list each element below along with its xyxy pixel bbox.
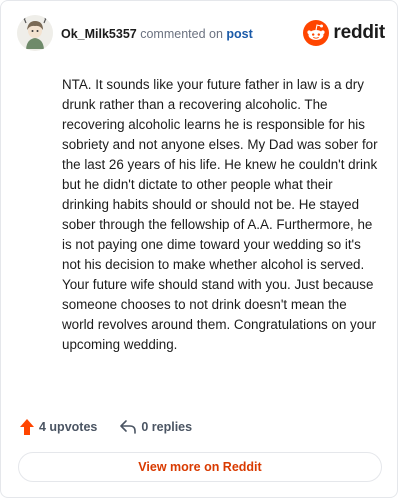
avatar[interactable] (17, 15, 53, 51)
reply-button[interactable]: 0 replies (119, 419, 192, 435)
post-link[interactable]: post (226, 27, 252, 41)
comment-body: NTA. It sounds like your future father i… (62, 77, 378, 352)
user-avatar-icon (17, 15, 53, 51)
upvote-arrow-icon (19, 418, 35, 436)
reply-count: 0 replies (141, 420, 193, 434)
comment-header: Ok_Milk5357 commented on post reddit (17, 15, 385, 53)
reddit-snoo-icon (303, 20, 330, 46)
brand-text: reddit (333, 22, 385, 43)
upvote-count: 4 upvotes (39, 420, 98, 434)
comment-meta: Ok_Milk5357 commented on post (61, 27, 253, 41)
upvote-button[interactable]: 4 upvotes (19, 418, 97, 436)
username-link[interactable]: Ok_Milk5357 (61, 27, 137, 41)
comment-actions: 4 upvotes 0 replies (19, 415, 192, 439)
reddit-brand[interactable]: reddit (303, 20, 385, 46)
action-text: commented on (140, 27, 223, 41)
view-more-button[interactable]: View more on Reddit (18, 452, 382, 482)
reply-arrow-icon (119, 419, 137, 435)
comment-card: Ok_Milk5357 commented on post reddit NTA… (0, 0, 398, 498)
